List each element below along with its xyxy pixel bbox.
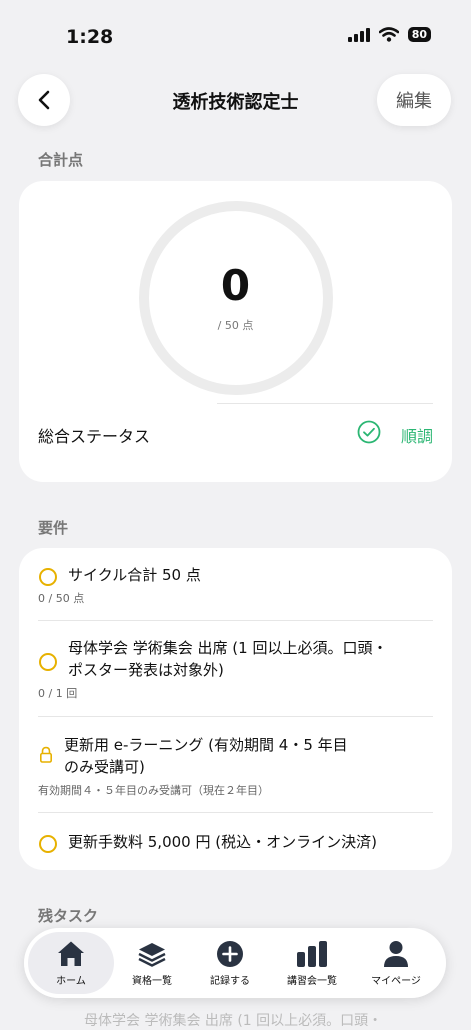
tab-label: 資格一覧 [132, 975, 172, 987]
edit-button[interactable]: 編集 [377, 74, 451, 126]
task-peek-text: 母体学会 学術集会 出席 (1 回以上必須。口頭・ [84, 1013, 383, 1029]
tab-label: 講習会一覧 [287, 975, 337, 987]
status-bar: 1:28 80 [0, 0, 471, 70]
score-card: 0 / 50 点 総合ステータス 順調 [19, 181, 452, 482]
tab-mypage[interactable]: マイページ [358, 932, 434, 994]
requirement-progress: 0 / 50 点 [38, 592, 85, 605]
plus-circle-icon [217, 940, 243, 967]
divider [38, 716, 433, 717]
requirement-item[interactable]: サイクル合計 50 点 0 / 50 点 [38, 564, 433, 622]
requirements-section-label: 要件 [38, 519, 69, 537]
divider [217, 403, 433, 404]
overall-status-value: 順調 [400, 427, 433, 446]
overall-status-label: 総合ステータス [38, 427, 151, 446]
signal-icon [347, 27, 370, 42]
status-time: 1:28 [66, 26, 114, 48]
circle-icon [39, 835, 57, 853]
lock-icon [40, 746, 52, 763]
requirement-item[interactable]: 更新手数料 5,000 円 (税込・オンライン決済) [38, 831, 433, 857]
score-max: / 50 点 [217, 319, 254, 332]
requirement-progress: 0 / 1 回 [38, 687, 78, 700]
requirement-item[interactable]: 母体学会 学術集会 出席 (1 回以上必須。口頭・ ポスター発表は対象外) 0 … [38, 637, 433, 707]
total-section-label: 合計点 [38, 151, 84, 169]
tab-home[interactable]: ホーム [28, 932, 114, 994]
circle-icon [39, 653, 57, 671]
divider [38, 620, 433, 621]
tab-label: ホーム [56, 975, 86, 987]
tasks-section-label: 残タスク [38, 907, 99, 925]
requirement-title-line1: 母体学会 学術集会 出席 (1 回以上必須。口頭・ [68, 639, 388, 657]
status-icons: 80 [347, 27, 431, 42]
nav-bar: 透析技術認定士 編集 [0, 72, 471, 128]
person-icon [384, 940, 408, 967]
bar-chart-icon [297, 940, 327, 967]
battery-icon: 80 [407, 27, 431, 42]
requirement-note: 有効期間４・５年目のみ受講可（現在２年目） [38, 784, 269, 797]
requirement-title-line2: ポスター発表は対象外) [68, 661, 224, 679]
tab-qualifications[interactable]: 資格一覧 [114, 932, 190, 994]
requirements-card: サイクル合計 50 点 0 / 50 点 母体学会 学術集会 出席 (1 回以上… [19, 548, 452, 870]
requirement-title-line2: のみ受講可) [64, 758, 145, 776]
circle-icon [39, 568, 57, 586]
requirement-title-line1: 更新用 e-ラーニング (有効期間 4・5 年目 [64, 736, 348, 754]
tab-seminars[interactable]: 講習会一覧 [274, 932, 350, 994]
home-icon [58, 941, 84, 966]
tab-bar: ホーム 資格一覧 記録する 講習会一覧 マイページ [24, 928, 446, 998]
score-value: 0 [220, 261, 251, 310]
wifi-icon [378, 27, 399, 42]
tab-record[interactable]: 記録する [192, 932, 268, 994]
requirement-title: サイクル合計 50 点 [68, 566, 201, 584]
requirement-item[interactable]: 更新用 e-ラーニング (有効期間 4・5 年目 のみ受講可) 有効期間４・５年… [38, 734, 433, 806]
requirement-title: 更新手数料 5,000 円 (税込・オンライン決済) [68, 833, 377, 851]
check-circle-icon [357, 420, 381, 444]
tab-label: 記録する [210, 975, 250, 987]
layers-icon [138, 942, 166, 967]
tab-label: マイページ [371, 975, 421, 987]
divider [38, 812, 433, 813]
